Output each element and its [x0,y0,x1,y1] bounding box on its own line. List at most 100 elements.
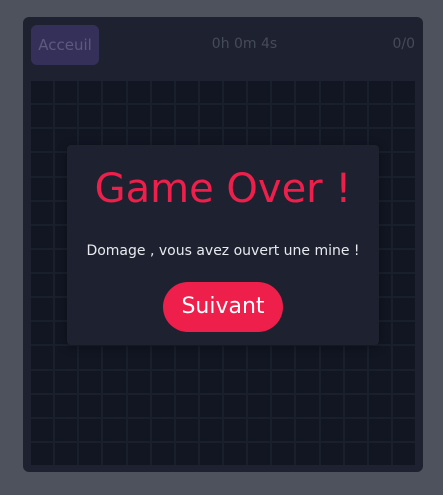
board-cell[interactable] [103,442,126,465]
board-cell[interactable] [175,346,198,369]
board-cell[interactable] [272,81,295,104]
board-cell[interactable] [127,394,150,417]
board-cell[interactable] [392,322,415,345]
board-cell[interactable] [151,418,174,441]
board-cell[interactable] [127,105,150,128]
board-cell[interactable] [392,201,415,224]
board-cell[interactable] [199,346,222,369]
board-cell[interactable] [272,105,295,128]
board-cell[interactable] [272,442,295,465]
board-cell[interactable] [320,346,343,369]
board-cell[interactable] [31,370,54,393]
board-cell[interactable] [248,105,271,128]
board-cell[interactable] [248,418,271,441]
board-cell[interactable] [392,177,415,200]
board-cell[interactable] [224,346,247,369]
board-cell[interactable] [296,105,319,128]
board-cell[interactable] [79,346,102,369]
board-cell[interactable] [151,442,174,465]
board-cell[interactable] [103,418,126,441]
board-cell[interactable] [151,346,174,369]
board-cell[interactable] [344,442,367,465]
board-cell[interactable] [175,394,198,417]
board-cell[interactable] [31,153,54,176]
board-cell[interactable] [199,442,222,465]
board-cell[interactable] [392,105,415,128]
board-cell[interactable] [392,394,415,417]
board-cell[interactable] [31,225,54,248]
home-button[interactable]: Acceuil [31,25,99,65]
board-cell[interactable] [103,346,126,369]
board-cell[interactable] [344,370,367,393]
board-cell[interactable] [55,81,78,104]
board-cell[interactable] [55,346,78,369]
board-cell[interactable] [175,370,198,393]
board-cell[interactable] [272,370,295,393]
board-cell[interactable] [368,346,391,369]
board-cell[interactable] [127,442,150,465]
board-cell[interactable] [175,81,198,104]
board-cell[interactable] [368,81,391,104]
board-cell[interactable] [296,442,319,465]
board-cell[interactable] [392,81,415,104]
board-cell[interactable] [31,274,54,297]
board-cell[interactable] [224,81,247,104]
board-cell[interactable] [31,442,54,465]
board-cell[interactable] [55,418,78,441]
board-cell[interactable] [344,105,367,128]
board-cell[interactable] [344,346,367,369]
board-cell[interactable] [248,370,271,393]
board-cell[interactable] [392,298,415,321]
board-cell[interactable] [31,346,54,369]
board-cell[interactable] [79,105,102,128]
board-cell[interactable] [320,81,343,104]
board-cell[interactable] [127,81,150,104]
board-cell[interactable] [31,298,54,321]
board-cell[interactable] [127,346,150,369]
board-cell[interactable] [368,394,391,417]
board-cell[interactable] [55,442,78,465]
board-cell[interactable] [199,81,222,104]
board-cell[interactable] [103,370,126,393]
board-cell[interactable] [272,394,295,417]
board-cell[interactable] [392,249,415,272]
board-cell[interactable] [79,81,102,104]
board-cell[interactable] [392,129,415,152]
board-cell[interactable] [272,346,295,369]
board-cell[interactable] [31,322,54,345]
board-cell[interactable] [127,418,150,441]
board-cell[interactable] [392,442,415,465]
board-cell[interactable] [272,418,295,441]
board-cell[interactable] [224,394,247,417]
board-cell[interactable] [296,394,319,417]
board-cell[interactable] [392,225,415,248]
board-cell[interactable] [296,346,319,369]
board-cell[interactable] [224,370,247,393]
board-cell[interactable] [368,418,391,441]
next-button[interactable]: Suivant [163,282,283,332]
board-cell[interactable] [248,394,271,417]
board-cell[interactable] [296,418,319,441]
board-cell[interactable] [31,129,54,152]
board-cell[interactable] [55,370,78,393]
board-cell[interactable] [320,370,343,393]
board-cell[interactable] [320,442,343,465]
board-cell[interactable] [224,105,247,128]
board-cell[interactable] [127,370,150,393]
board-cell[interactable] [248,81,271,104]
board-cell[interactable] [248,442,271,465]
board-cell[interactable] [344,418,367,441]
board-cell[interactable] [368,442,391,465]
board-cell[interactable] [31,201,54,224]
board-cell[interactable] [79,370,102,393]
board-cell[interactable] [151,370,174,393]
board-cell[interactable] [31,394,54,417]
board-cell[interactable] [175,105,198,128]
board-cell[interactable] [320,418,343,441]
board-cell[interactable] [224,442,247,465]
board-cell[interactable] [320,394,343,417]
board-cell[interactable] [368,105,391,128]
board-cell[interactable] [224,418,247,441]
board-cell[interactable] [296,81,319,104]
board-cell[interactable] [175,442,198,465]
